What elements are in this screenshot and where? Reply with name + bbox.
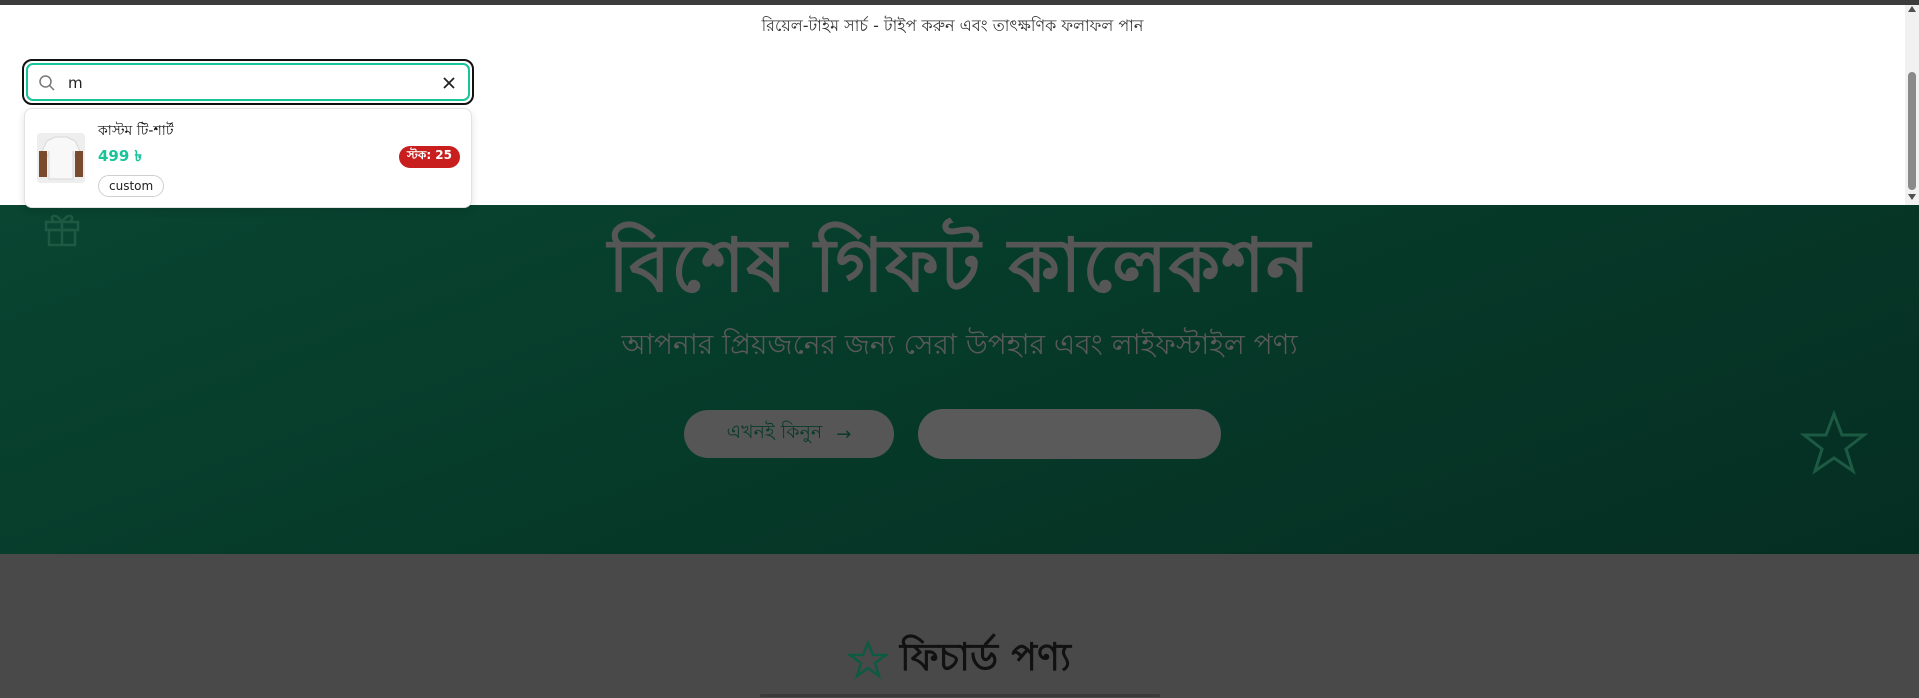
star-icon [1800, 410, 1868, 475]
arrow-right-icon: → [836, 423, 852, 445]
hero-subtitle: আপনার প্রিয়জনের জন্য সেরা উপহার এবং লাই… [621, 328, 1298, 361]
search-result-item[interactable]: কাস্টম টি-শার্ট 499 ৳ স্টক: 25 custom [25, 109, 471, 207]
search-hint: রিয়েল-টাইম সার্চ - টাইপ করুন এবং তাৎক্ষ… [761, 16, 1144, 35]
search-box [22, 59, 474, 105]
search-field-focus-ring [26, 63, 470, 101]
product-price: 499 ৳ [98, 147, 143, 165]
buy-now-label: এখনই কিনুন [726, 421, 823, 443]
hero-title: বিশেষ গিফট কালেকশন [607, 223, 1312, 309]
search-icon [39, 75, 55, 91]
star-icon [847, 640, 888, 680]
tshirt-image [37, 133, 85, 183]
scroll-down-arrow-icon[interactable] [1908, 194, 1916, 200]
close-icon[interactable] [440, 74, 458, 92]
buy-now-button[interactable]: এখনই কিনুন → [684, 410, 894, 458]
featured-heading: ফিচার্ড পণ্য [0, 628, 1919, 692]
secondary-hero-button[interactable] [918, 409, 1221, 459]
stock-badge: স্টক: 25 [399, 146, 460, 168]
scrollbar-thumb[interactable] [1908, 72, 1916, 190]
product-thumbnail [37, 133, 85, 183]
featured-title: ফিচার্ড পণ্য [899, 635, 1072, 679]
scroll-up-arrow-icon[interactable] [1908, 6, 1916, 12]
scrollbar[interactable] [1905, 5, 1919, 205]
search-overlay: রিয়েল-টাইম সার্চ - টাইপ করুন এবং তাৎক্ষ… [0, 5, 1905, 208]
product-name: কাস্টম টি-শার্ট [98, 123, 174, 139]
featured-subtitle-clipped [760, 690, 1160, 698]
product-tag: custom [98, 175, 165, 197]
search-results-dropdown: কাস্টম টি-শার্ট 499 ৳ স্টক: 25 custom [24, 108, 472, 208]
search-input[interactable] [68, 70, 428, 96]
